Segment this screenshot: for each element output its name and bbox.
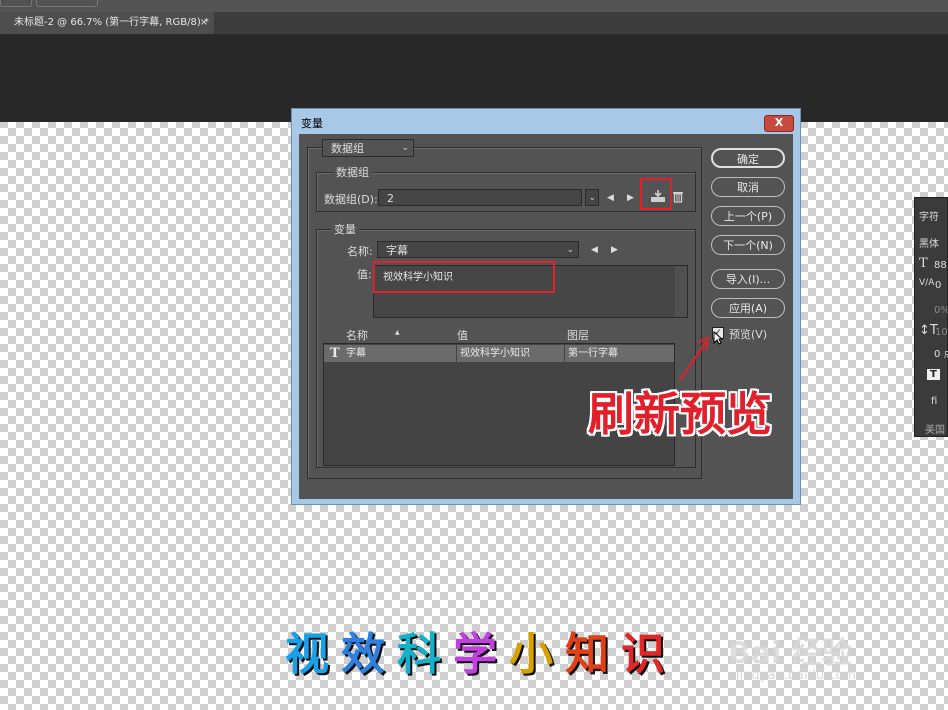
- dataset-field-label: 数据组(D):: [324, 193, 378, 206]
- trash-icon[interactable]: [672, 190, 684, 203]
- faux-bold-icon[interactable]: T: [927, 369, 940, 380]
- sort-asc-icon: ▲: [395, 329, 400, 336]
- character-panel-tab[interactable]: 字符: [919, 208, 939, 223]
- font-family-field[interactable]: 黑体: [919, 235, 939, 250]
- apply-button[interactable]: 应用(A): [711, 298, 785, 318]
- toolbar-button[interactable]: [0, 0, 32, 7]
- dialog-titlebar[interactable]: 变量 X: [292, 109, 800, 133]
- chevron-down-icon: ⌄: [401, 143, 409, 153]
- canvas-char: 识: [621, 629, 677, 680]
- font-size-field[interactable]: 88.: [934, 260, 948, 271]
- table-row[interactable]: T 字幕 视效科学小知识 第一行字幕: [324, 345, 674, 362]
- variable-name-select[interactable]: 字幕 ⌄: [377, 241, 579, 258]
- font-size-icon: T: [919, 256, 928, 271]
- document-tab-bar: 未标题-2 @ 66.7% (第一行字幕, RGB/8) * ×: [0, 12, 948, 35]
- next-button[interactable]: 下一个(N): [711, 235, 785, 255]
- toolbar-button[interactable]: [36, 0, 98, 7]
- annotation-arrow: [679, 336, 710, 381]
- chevron-down-icon: ⌄: [588, 193, 596, 203]
- canvas-text: 视效科学小知识: [285, 618, 677, 682]
- dataset-dropdown-button[interactable]: ⌄: [585, 189, 599, 206]
- mouse-cursor-icon: [713, 330, 724, 348]
- kerning-icon: V/A: [919, 278, 935, 288]
- variable-group-legend: 变量: [331, 221, 359, 237]
- dialog-close-button[interactable]: X: [764, 115, 794, 132]
- highlight-value-field: [373, 261, 555, 293]
- ligature-icon[interactable]: fi: [931, 396, 937, 407]
- preview-label[interactable]: 预览(V): [729, 326, 767, 342]
- chevron-down-icon: ⌄: [566, 245, 574, 255]
- mode-select[interactable]: 数据组 ⌄: [322, 139, 414, 157]
- column-header-value[interactable]: 值: [457, 327, 468, 343]
- previous-button[interactable]: 上一个(P): [711, 206, 785, 226]
- row-name: 字幕: [346, 348, 366, 359]
- canvas-char: 知: [565, 629, 621, 680]
- mode-select-value: 数据组: [331, 142, 364, 155]
- character-panel: 字符 黑体 T 88. V/A 0 0% ↕T 100 0 点 T fi 美国: [914, 197, 948, 437]
- annotation-label: 刷新预览: [588, 387, 772, 441]
- dialog-title: 变量: [301, 117, 323, 130]
- text-layer-icon: T: [330, 346, 340, 361]
- canvas-char: 视: [285, 629, 341, 680]
- dataset-field[interactable]: 2: [378, 189, 582, 206]
- variables-table-header: 名称 ▲ 值 图层: [323, 327, 675, 342]
- close-tab-icon[interactable]: ×: [200, 12, 208, 34]
- next-dataset-icon[interactable]: ▶: [627, 193, 634, 203]
- column-header-name[interactable]: 名称: [346, 327, 368, 343]
- canvas-char: 学: [453, 629, 509, 680]
- name-label: 名称:: [347, 245, 373, 258]
- previous-dataset-icon[interactable]: ◀: [607, 193, 614, 203]
- column-header-layer[interactable]: 图层: [567, 327, 589, 343]
- leading-field[interactable]: 100: [935, 327, 948, 338]
- annotation-text: 刷新预览: [588, 378, 772, 444]
- dataset-field-value: 2: [387, 192, 394, 205]
- value-label: 值:: [357, 268, 372, 281]
- kerning-field[interactable]: 0: [935, 280, 941, 291]
- canvas-char: 科: [397, 629, 453, 680]
- watermark-url: jingyan.baidu.com: [736, 668, 856, 683]
- value-scrollbar[interactable]: [675, 266, 687, 317]
- document-tab[interactable]: 未标题-2 @ 66.7% (第一行字幕, RGB/8) * ×: [0, 12, 214, 34]
- dataset-group-legend: 数据组: [333, 164, 372, 180]
- import-button[interactable]: 导入(I)...: [711, 269, 785, 289]
- cancel-button[interactable]: 取消: [711, 177, 785, 197]
- next-variable-icon[interactable]: ▶: [611, 245, 618, 255]
- ok-button[interactable]: 确定: [711, 148, 785, 168]
- variable-name-value: 字幕: [386, 244, 408, 257]
- row-layer: 第一行字幕: [564, 345, 618, 362]
- options-bar: [0, 0, 948, 12]
- highlight-import-icon: [640, 178, 672, 210]
- scale-field[interactable]: 0%: [934, 305, 948, 316]
- watermark-brand: Bai 经验: [728, 636, 852, 671]
- row-value: 视效科学小知识: [456, 345, 530, 362]
- baseline-field[interactable]: 0 点: [934, 345, 948, 360]
- document-tab-title: 未标题-2 @ 66.7% (第一行字幕, RGB/8) *: [14, 17, 209, 28]
- canvas-char: 小: [509, 629, 565, 680]
- previous-variable-icon[interactable]: ◀: [591, 245, 598, 255]
- canvas-char: 效: [341, 629, 397, 680]
- language-field[interactable]: 美国: [925, 421, 945, 436]
